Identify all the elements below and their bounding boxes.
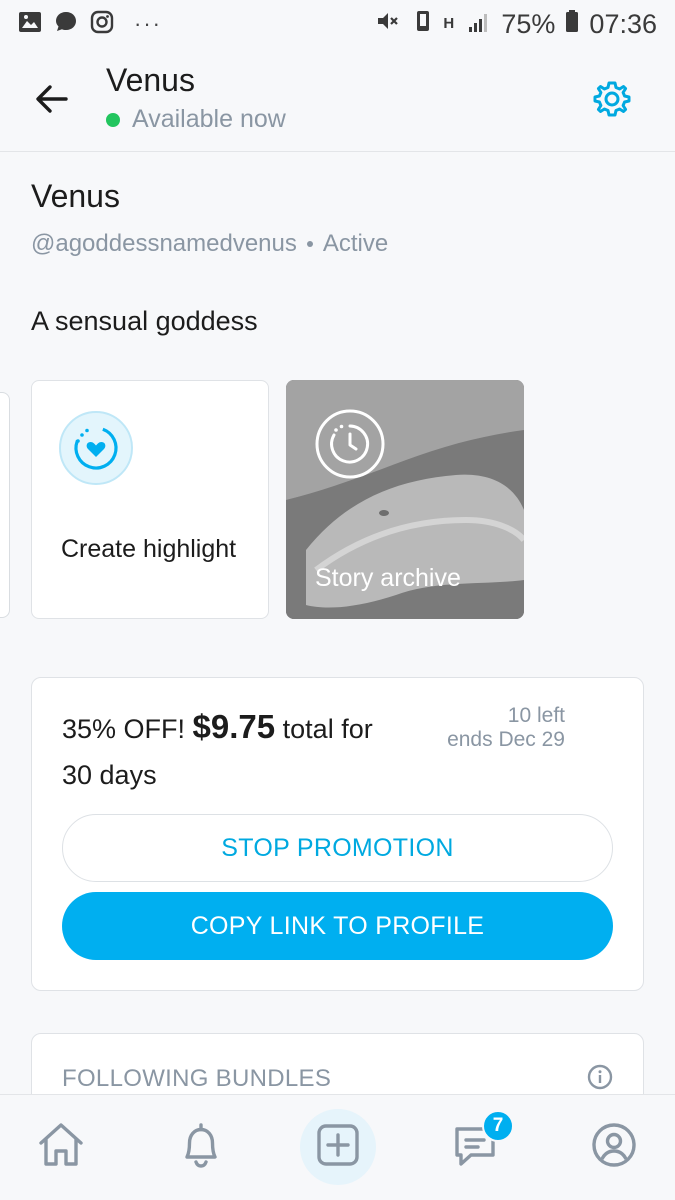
promotion-card: 35% OFF! $9.75 total for 30 days 10 left… bbox=[31, 677, 644, 991]
profile-bio: A sensual goddess bbox=[31, 306, 258, 336]
gallery-notification-icon bbox=[18, 11, 42, 38]
online-indicator bbox=[106, 112, 120, 127]
vibrate-icon bbox=[411, 9, 433, 40]
settings-button[interactable] bbox=[590, 77, 634, 121]
promotion-end-date: ends Dec 29 bbox=[447, 728, 565, 751]
availability-status: Available now bbox=[106, 105, 286, 134]
separator-dot bbox=[306, 241, 313, 247]
messages-badge: 7 bbox=[482, 1110, 514, 1142]
battery-icon bbox=[565, 9, 579, 40]
promotion-meta: 10 left ends Dec 29 bbox=[447, 704, 565, 752]
profile-name: Venus bbox=[31, 178, 120, 214]
arrow-left-icon bbox=[36, 85, 68, 113]
highlight-card-partial[interactable] bbox=[0, 392, 10, 618]
activity-status: Active bbox=[322, 230, 389, 257]
create-highlight-card[interactable]: Create highlight bbox=[31, 380, 269, 619]
back-button[interactable] bbox=[30, 76, 76, 122]
instagram-notification-icon bbox=[90, 10, 114, 39]
mute-icon bbox=[375, 9, 401, 40]
promotion-text: 35% OFF! $9.75 total for 30 days bbox=[62, 704, 432, 798]
chat-header: Venus Available now bbox=[0, 48, 675, 152]
home-icon bbox=[39, 1123, 83, 1166]
profile-icon bbox=[592, 1123, 636, 1167]
story-archive-label: Story archive bbox=[315, 564, 461, 592]
clock: 07:36 bbox=[589, 8, 657, 39]
network-type-icon: H bbox=[443, 15, 455, 32]
promotion-duration: 30 days bbox=[62, 760, 157, 790]
stop-promotion-button[interactable]: STOP PROMOTION bbox=[62, 814, 613, 882]
info-icon[interactable] bbox=[587, 1064, 613, 1090]
promotion-discount: 35% OFF! bbox=[62, 714, 186, 744]
plus-square-icon bbox=[317, 1124, 359, 1166]
promotion-remaining: 10 left bbox=[507, 704, 565, 727]
copy-link-button[interactable]: COPY LINK TO PROFILE bbox=[62, 892, 613, 960]
bell-icon bbox=[185, 1123, 217, 1168]
nav-notifications[interactable] bbox=[173, 1117, 229, 1173]
page-title: Venus bbox=[106, 62, 195, 98]
history-clock-icon bbox=[314, 408, 386, 480]
nav-home[interactable] bbox=[33, 1117, 89, 1173]
status-bar: ··· H 75% 07:36 bbox=[0, 0, 675, 48]
availability-label: Available now bbox=[132, 105, 286, 133]
chat-bubble-notification-icon bbox=[54, 10, 78, 39]
more-notifications-icon: ··· bbox=[134, 11, 162, 36]
nav-add[interactable] bbox=[310, 1117, 366, 1173]
battery-percent: 75% bbox=[501, 8, 556, 39]
nav-profile[interactable] bbox=[586, 1117, 642, 1173]
heart-clock-icon bbox=[57, 409, 135, 487]
bottom-nav bbox=[0, 1094, 675, 1200]
story-archive-card[interactable]: Story archive bbox=[286, 380, 524, 619]
profile-handle-row: @agoddessnamedvenus Active bbox=[31, 230, 388, 258]
promotion-price: $9.75 bbox=[192, 708, 276, 745]
profile-handle[interactable]: @agoddessnamedvenus bbox=[31, 230, 297, 258]
bundles-title: FOLLOWING BUNDLES bbox=[62, 1065, 332, 1092]
signal-icon bbox=[467, 9, 491, 40]
gear-icon bbox=[593, 81, 631, 117]
create-highlight-label: Create highlight bbox=[61, 535, 237, 563]
promotion-total-for: total for bbox=[282, 714, 373, 744]
